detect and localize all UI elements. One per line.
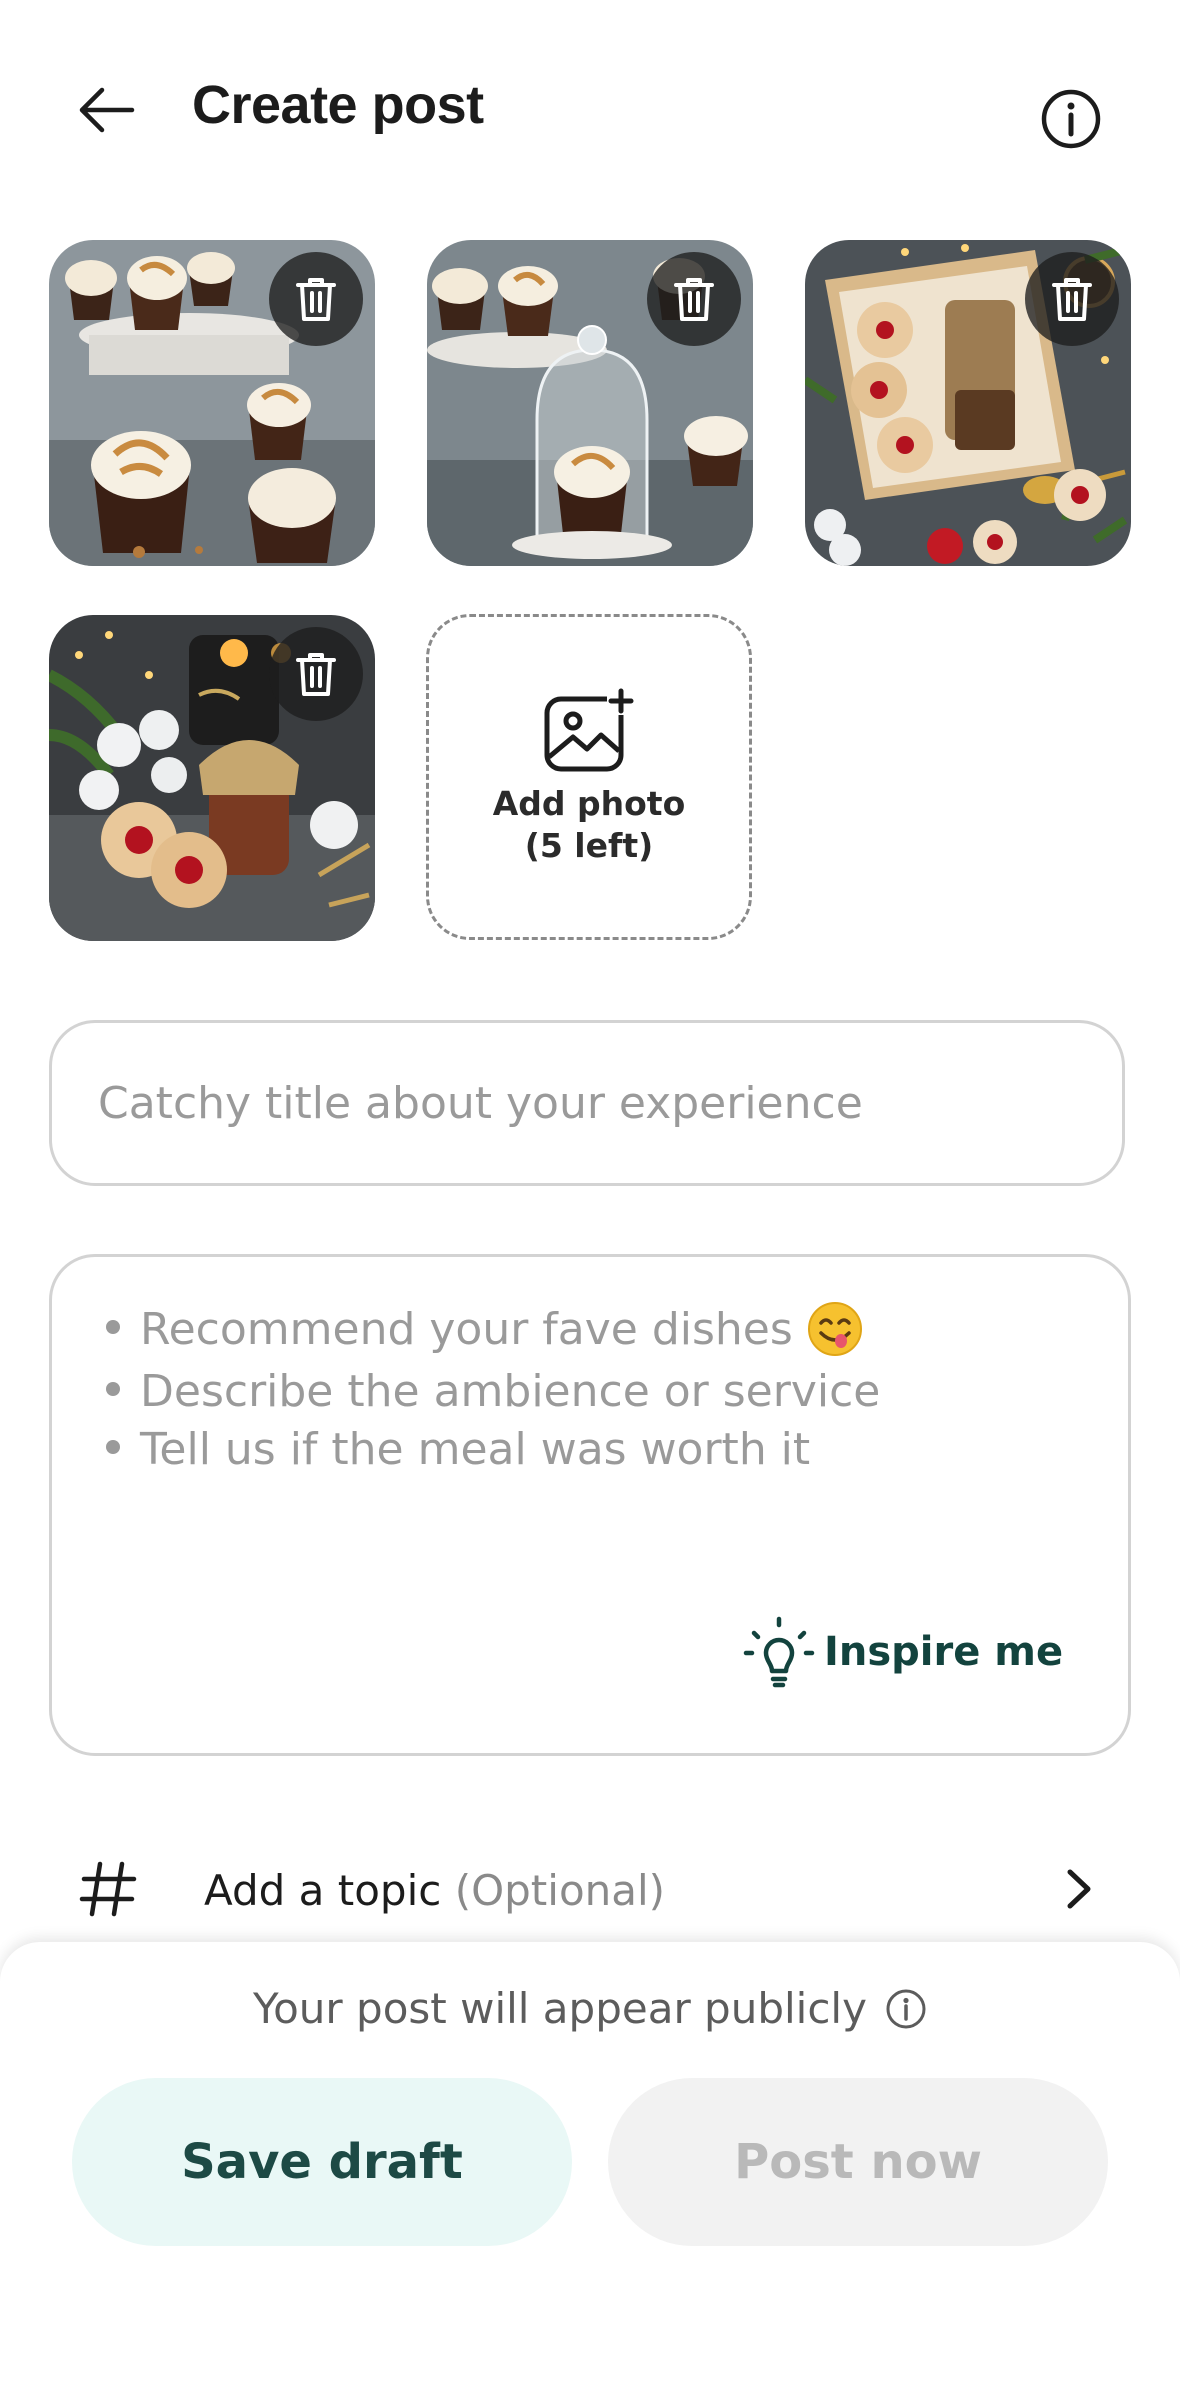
- delete-photo-button[interactable]: [1025, 252, 1119, 346]
- photo-thumbnail[interactable]: [49, 240, 375, 566]
- delete-photo-button[interactable]: [647, 252, 741, 346]
- hash-icon: [79, 1861, 137, 1917]
- optional-label: (Optional): [454, 1866, 666, 1915]
- hint-item: Tell us if the meal was worth it: [96, 1421, 880, 1479]
- save-draft-button[interactable]: Save draft: [72, 2078, 572, 2246]
- add-topic-row[interactable]: Add a topic (Optional): [0, 1842, 1180, 1938]
- description-hints: Recommend your fave dishes Describe the …: [96, 1301, 880, 1479]
- lightbulb-icon: [743, 1616, 815, 1688]
- description-field[interactable]: Recommend your fave dishes Describe the …: [49, 1254, 1131, 1756]
- info-icon[interactable]: [885, 1988, 927, 2030]
- post-now-button[interactable]: Post now: [608, 2078, 1108, 2246]
- yum-emoji-icon: [807, 1302, 862, 1356]
- photo-thumbnail[interactable]: [49, 615, 375, 941]
- public-notice: Your post will appear publicly: [0, 1984, 1180, 2036]
- page-title: Create post: [192, 75, 484, 135]
- info-button[interactable]: [1030, 78, 1112, 160]
- photo-thumbnail[interactable]: [427, 240, 753, 566]
- add-photo-label: Add photo (5 left): [492, 784, 686, 865]
- title-input[interactable]: [49, 1020, 1125, 1186]
- trash-icon: [296, 278, 336, 321]
- trash-icon: [1052, 278, 1092, 321]
- delete-photo-button[interactable]: [269, 627, 363, 721]
- hint-item: Describe the ambience or service: [96, 1363, 880, 1421]
- add-photo-button[interactable]: Add photo (5 left): [426, 614, 752, 940]
- hint-item: Recommend your fave dishes: [96, 1301, 880, 1363]
- info-icon: [1041, 89, 1101, 149]
- delete-photo-button[interactable]: [269, 252, 363, 346]
- chevron-right-icon: [1067, 1869, 1091, 1909]
- image-add-icon: [544, 687, 635, 772]
- back-button[interactable]: [66, 70, 146, 150]
- bottom-action-sheet: Your post will appear publicly Save draf…: [0, 1942, 1180, 2396]
- add-topic-label: Add a topic (Optional): [204, 1866, 666, 1915]
- top-bar: Create post: [0, 0, 1180, 225]
- trash-icon: [674, 278, 714, 321]
- inspire-me-label: Inspire me: [824, 1629, 1064, 1675]
- trash-icon: [296, 653, 336, 696]
- photo-thumbnail[interactable]: [805, 240, 1131, 566]
- inspire-me-button[interactable]: Inspire me: [742, 1615, 1063, 1689]
- arrow-left-icon: [79, 87, 135, 133]
